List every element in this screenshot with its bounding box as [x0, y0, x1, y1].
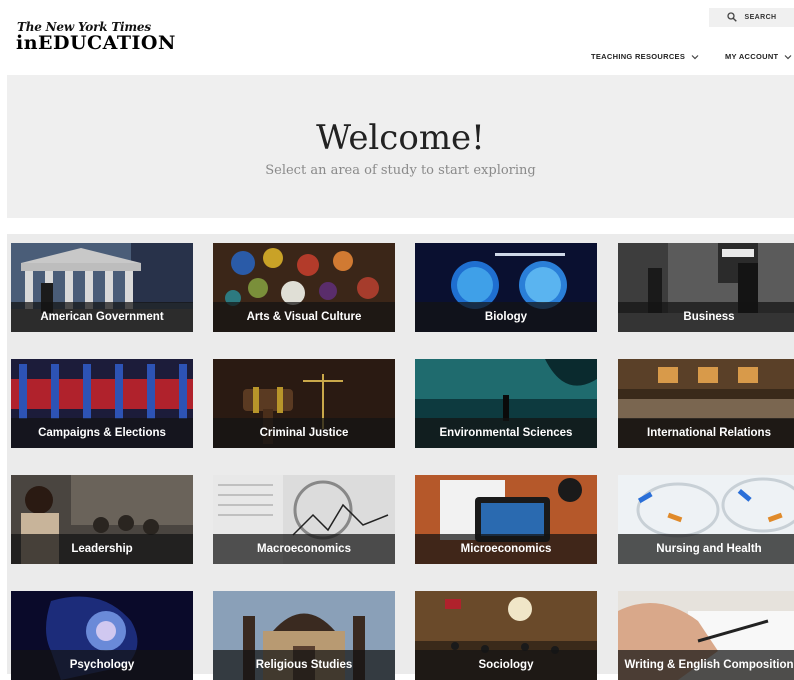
subject-tile-psychology[interactable]: Psychology	[11, 591, 193, 680]
subject-tile-criminal-justice[interactable]: Criminal Justice	[213, 359, 395, 448]
tile-label-band: Business	[618, 302, 794, 332]
tile-label-band: International Relations	[618, 418, 794, 448]
subject-tile-macroeconomics[interactable]: Macroeconomics	[213, 475, 395, 564]
welcome-hero: Welcome! Select an area of study to star…	[7, 75, 794, 218]
tile-label-band: Nursing and Health	[618, 534, 794, 564]
chevron-down-icon	[691, 54, 699, 60]
subject-tile-biology[interactable]: Biology	[415, 243, 597, 332]
tile-label-band: Writing & English Composition	[618, 650, 794, 680]
site-header: The New York Times inEDUCATION SEARCH TE…	[0, 0, 794, 74]
subject-tile-religious-studies[interactable]: Religious Studies	[213, 591, 395, 680]
tile-label-band: Psychology	[11, 650, 193, 680]
nav-label: MY ACCOUNT	[725, 52, 779, 61]
search-icon	[726, 9, 737, 27]
tile-label-band: Religious Studies	[213, 650, 395, 680]
subject-tile-international-relations[interactable]: International Relations	[618, 359, 794, 448]
tile-label-band: Criminal Justice	[213, 418, 395, 448]
subject-tile-microeconomics[interactable]: Microeconomics	[415, 475, 597, 564]
tile-label: International Relations	[647, 427, 771, 439]
tile-label: Leadership	[71, 543, 133, 555]
subject-tile-nursing-health[interactable]: Nursing and Health	[618, 475, 794, 564]
nav-teaching-resources[interactable]: TEACHING RESOURCES	[591, 52, 699, 61]
tile-label: Arts & Visual Culture	[246, 311, 362, 323]
tile-label-band: Environmental Sciences	[415, 418, 597, 448]
chevron-down-icon	[784, 54, 792, 60]
tile-label: Religious Studies	[255, 659, 353, 671]
tile-label-band: American Government	[11, 302, 193, 332]
tile-label-band: Macroeconomics	[213, 534, 395, 564]
subject-tile-environmental-sciences[interactable]: Environmental Sciences	[415, 359, 597, 448]
tile-label: Nursing and Health	[656, 543, 762, 555]
tile-label-band: Biology	[415, 302, 597, 332]
tile-label: Psychology	[69, 659, 135, 671]
tile-label: American Government	[40, 311, 164, 323]
nav-my-account[interactable]: MY ACCOUNT	[725, 52, 792, 61]
tile-label: Writing & English Composition	[624, 659, 794, 671]
tile-label: Macroeconomics	[257, 543, 351, 555]
search-button[interactable]: SEARCH	[709, 8, 794, 27]
logo-ineducation[interactable]: inEDUCATION	[16, 32, 176, 54]
tile-label: Environmental Sciences	[439, 427, 573, 439]
subject-tile-american-government[interactable]: American Government	[11, 243, 193, 332]
subject-tile-writing-english-composition[interactable]: Writing & English Composition	[618, 591, 794, 680]
subject-tile-leadership[interactable]: Leadership	[11, 475, 193, 564]
tile-label: Biology	[484, 311, 528, 323]
subject-tile-business[interactable]: Business	[618, 243, 794, 332]
tile-label: Business	[683, 311, 735, 323]
tile-label: Criminal Justice	[259, 427, 349, 439]
hero-subtitle: Select an area of study to start explori…	[265, 163, 536, 178]
subject-tile-arts-visual-culture[interactable]: Arts & Visual Culture	[213, 243, 395, 332]
subject-tile-sociology[interactable]: Sociology	[415, 591, 597, 680]
tile-label-band: Leadership	[11, 534, 193, 564]
tile-label-band: Arts & Visual Culture	[213, 302, 395, 332]
search-label: SEARCH	[744, 14, 777, 21]
tile-label: Campaigns & Elections	[38, 427, 166, 439]
tile-label: Microeconomics	[460, 543, 552, 555]
tile-label-band: Sociology	[415, 650, 597, 680]
tile-label-band: Campaigns & Elections	[11, 418, 193, 448]
tile-label: Sociology	[478, 659, 534, 671]
hero-title: Welcome!	[316, 118, 485, 158]
subject-tile-campaigns-elections[interactable]: Campaigns & Elections	[11, 359, 193, 448]
tile-label-band: Microeconomics	[415, 534, 597, 564]
nav-label: TEACHING RESOURCES	[591, 52, 686, 61]
